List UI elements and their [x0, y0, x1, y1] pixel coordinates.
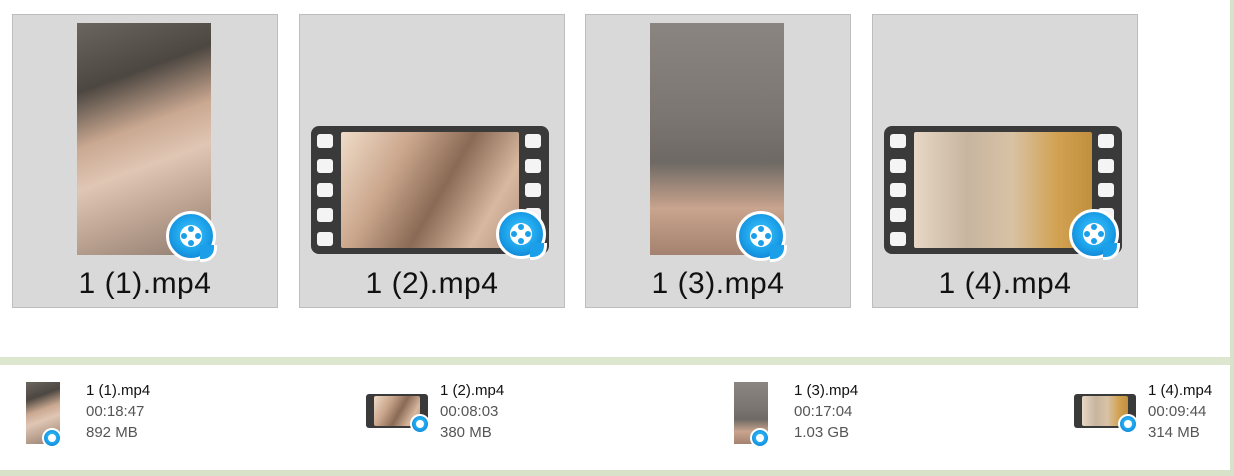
file-tile[interactable]: 1 (2).mp4: [299, 14, 565, 308]
video-player-app-icon: [410, 414, 430, 434]
window-border: [1230, 0, 1234, 476]
list-item[interactable]: 1 (4).mp4 00:09:44 314 MB: [1074, 380, 1230, 450]
list-item[interactable]: 1 (2).mp4 00:08:03 380 MB: [366, 380, 686, 450]
window-border: [0, 470, 1234, 476]
video-player-app-icon: [1069, 209, 1120, 260]
file-name: 1 (1).mp4: [78, 267, 212, 300]
file-duration: 00:09:44: [1148, 403, 1207, 420]
video-player-app-icon: [166, 211, 217, 262]
file-duration: 00:08:03: [440, 403, 499, 420]
file-tile[interactable]: 1 (3).mp4: [585, 14, 851, 308]
file-name: 1 (2).mp4: [365, 267, 499, 300]
video-player-app-icon: [1118, 414, 1138, 434]
file-size: 314 MB: [1148, 424, 1200, 441]
file-name: 1 (2).mp4: [440, 382, 505, 399]
video-player-app-icon: [750, 428, 770, 448]
file-name: 1 (3).mp4: [651, 267, 785, 300]
file-tile[interactable]: 1 (1).mp4: [12, 14, 278, 308]
list-item[interactable]: 1 (1).mp4 00:18:47 892 MB: [26, 380, 346, 450]
video-player-app-icon: [496, 209, 547, 260]
file-duration: 00:17:04: [794, 403, 853, 420]
file-name: 1 (4).mp4: [1148, 382, 1213, 399]
file-size: 1.03 GB: [794, 424, 850, 441]
pane-divider: [0, 357, 1230, 365]
video-player-app-icon: [42, 428, 62, 448]
file-name: 1 (3).mp4: [794, 382, 859, 399]
list-item[interactable]: 1 (3).mp4 00:17:04 1.03 GB: [734, 380, 1034, 450]
file-size: 380 MB: [440, 424, 492, 441]
file-duration: 00:18:47: [86, 403, 145, 420]
video-player-app-icon: [736, 211, 787, 262]
file-name: 1 (4).mp4: [938, 267, 1072, 300]
file-size: 892 MB: [86, 424, 138, 441]
file-name: 1 (1).mp4: [86, 382, 151, 399]
file-tile[interactable]: 1 (4).mp4: [872, 14, 1138, 308]
